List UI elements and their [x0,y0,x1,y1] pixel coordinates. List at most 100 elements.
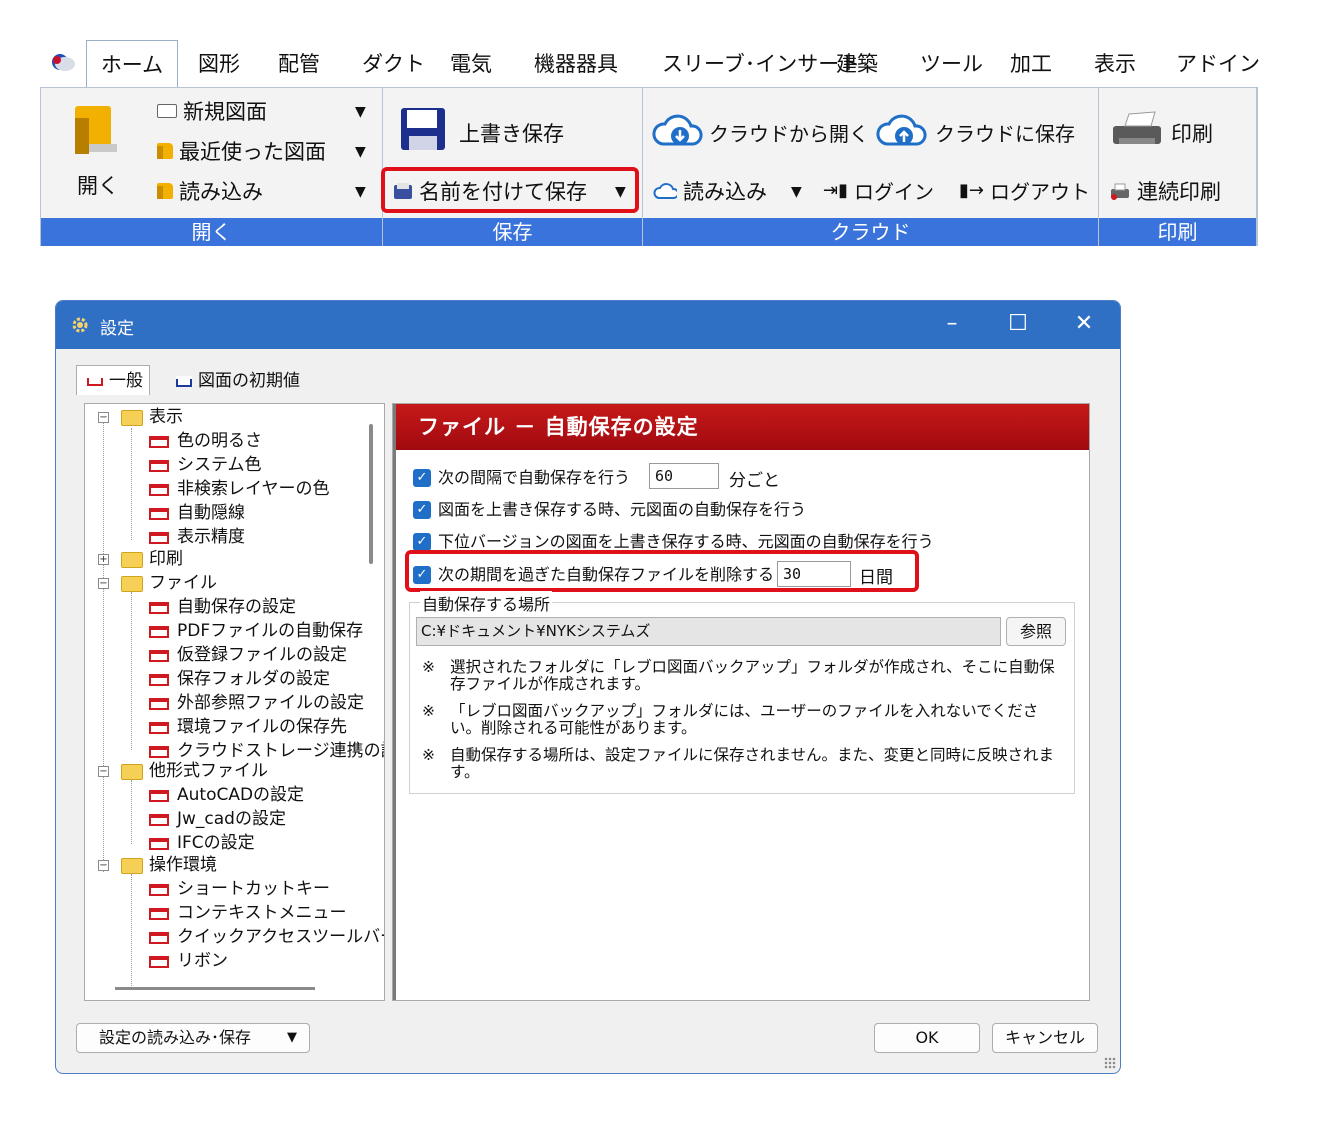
tab-architecture[interactable]: 建築 [836,40,878,88]
page-icon [176,376,192,387]
tree-item-label: Jw_cadの設定 [177,809,286,829]
login-button[interactable]: ⇥▮ ログイン [823,176,934,205]
page-icon [149,674,169,686]
batch-print-button[interactable]: 連続印刷 [1109,176,1221,206]
tree-item-label: 外部参照ファイルの設定 [177,693,364,713]
collapse-icon[interactable]: − [98,766,109,777]
tab-sleeve-insert[interactable]: スリーブ･インサート [662,40,860,88]
open-from-cloud-button[interactable]: クラウドから開く [709,118,869,147]
gear-icon [72,317,88,333]
recent-dropdown-icon[interactable]: ▼ [355,144,366,160]
tree-item-label: クイックアクセスツールバー [177,927,385,947]
import-dropdown-icon[interactable]: ▼ [355,184,366,200]
cloud-import-button[interactable]: 読み込み [653,176,767,206]
expand-icon[interactable]: + [98,554,109,565]
new-drawing-button[interactable]: 新規図面 [157,96,267,126]
tree-node-label: 操作環境 [149,855,217,875]
batch-print-icon [1111,183,1129,200]
group-open: 開く 新規図面 ▼ 最近使った図面 ▼ 読み込み ▼ 開く [41,88,383,246]
new-drawing-dropdown-icon[interactable]: ▼ [355,104,366,120]
big-folder-icon [75,106,117,154]
checkbox-lower-version-backup[interactable]: ✓ [413,533,431,551]
interval-unit: 分ごと [729,471,780,491]
tree-item-label: 自動保存の設定 [177,597,296,617]
autosave-interval-input[interactable]: 60 [649,463,719,489]
autosave-location-group: 自動保存する場所 C:¥ドキュメント¥NYKシステムズ 参照 ※ 選択されたフォ… [409,591,1075,794]
browse-button[interactable]: 参照 [1006,617,1066,646]
tree-item-label: IFCの設定 [177,833,255,853]
dialog-titlebar: 設定 – ☐ ✕ [56,301,1120,349]
tab-equipment[interactable]: 機器器具 [534,40,618,88]
group-label-cloud: クラウド [643,218,1098,246]
page-icon [149,746,169,758]
tab-addin[interactable]: アドイン [1176,40,1260,88]
tab-drawing-defaults[interactable]: 図面の初期値 [166,367,306,395]
resize-grip-icon[interactable] [1104,1057,1116,1069]
group-label-save: 保存 [383,218,642,246]
cloud-import-dropdown-icon[interactable]: ▼ [791,184,802,200]
ok-button[interactable]: OK [874,1023,980,1053]
login-icon: ⇥▮ [823,180,848,201]
note-mark: ※ [422,746,435,764]
ribbon-tabs: ホーム 図形 配管 ダクト 電気 機器器具 スリーブ･インサート 建築 ツール … [40,40,1260,89]
cloud-import-label: 読み込み [683,180,767,204]
checkbox-autosave-interval[interactable]: ✓ [413,469,431,487]
collapse-icon[interactable]: − [98,578,109,589]
tab-view[interactable]: 表示 [1094,40,1136,88]
open-label: 開く [77,174,119,198]
save-to-cloud-button[interactable]: クラウドに保存 [935,118,1075,147]
highlight-save-as [381,167,639,213]
tree-node-label: 表示 [149,407,183,427]
collapse-icon[interactable]: − [98,860,109,871]
tab-electric[interactable]: 電気 [450,40,492,88]
folder-icon [121,576,143,592]
tab-piping[interactable]: 配管 [278,40,320,88]
tree-node-label: 印刷 [149,549,183,569]
tree-line [131,874,132,986]
location-path-field[interactable]: C:¥ドキュメント¥NYKシステムズ [416,617,1001,646]
tab-general[interactable]: 一般 [76,365,150,395]
load-save-label: 設定の読み込み･保存 [99,1028,252,1047]
page-icon [149,956,169,968]
print-button[interactable]: 印刷 [1171,118,1213,148]
tree-item-label: 非検索レイヤーの色 [177,479,330,499]
tab-general-label: 一般 [109,371,143,391]
dialog-title: 設定 [100,319,134,339]
tree-item-label: 保存フォルダの設定 [177,669,330,689]
tab-processing[interactable]: 加工 [1010,40,1052,88]
tree-horizontal-scrollbar[interactable] [115,987,315,990]
tree-item-label: システム色 [177,455,262,475]
ribbon: ホーム 図形 配管 ダクト 電気 機器器具 スリーブ･インサート 建築 ツール … [40,40,1260,246]
open-button[interactable]: 開く [77,170,119,200]
import-button[interactable]: 読み込み [157,176,263,206]
page-icon [149,650,169,662]
tree-vertical-scrollbar[interactable] [369,424,373,564]
logout-button[interactable]: ▮→ ログアウト [959,176,1090,205]
minimize-icon[interactable]: – [932,309,972,341]
note-mark: ※ [422,658,435,676]
tab-home[interactable]: ホーム [86,40,178,89]
login-label: ログイン [854,180,934,204]
load-save-settings-button[interactable]: 設定の読み込み･保存 ▼ [76,1023,310,1053]
tab-tools[interactable]: ツール [920,40,983,88]
overwrite-save-button[interactable]: 上書き保存 [459,118,564,148]
collapse-icon[interactable]: − [98,412,109,423]
close-icon[interactable]: ✕ [1064,309,1104,341]
cloud-upload-icon [876,114,927,146]
page-icon [149,532,169,544]
page-icon [149,698,169,710]
checkbox-overwrite-backup[interactable]: ✓ [413,501,431,519]
tab-duct[interactable]: ダクト [362,40,425,88]
page-icon [149,722,169,734]
maximize-icon[interactable]: ☐ [998,309,1038,341]
tab-shapes[interactable]: 図形 [198,40,240,88]
tree-item-label: 環境ファイルの保存先 [177,717,347,737]
folder-icon [121,764,143,780]
logout-icon: ▮→ [959,180,984,201]
cancel-button[interactable]: キャンセル [992,1023,1098,1053]
save-disk-icon [401,108,445,150]
chevron-down-icon: ▼ [287,1030,297,1045]
app-menu-icon[interactable] [50,52,76,74]
page-icon [149,814,169,826]
recent-drawings-button[interactable]: 最近使った図面 [157,136,326,166]
